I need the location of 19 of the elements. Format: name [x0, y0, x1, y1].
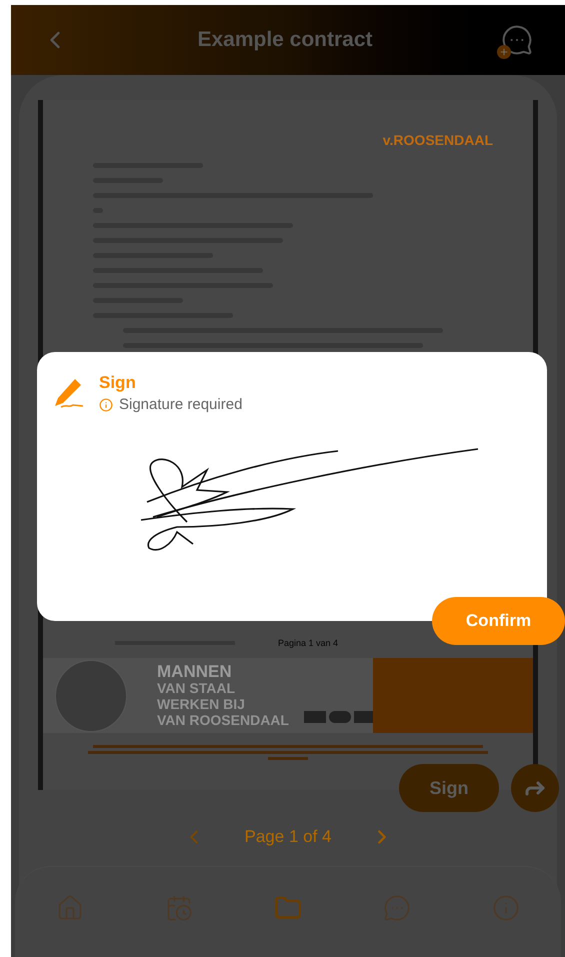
confirm-button[interactable]: Confirm [432, 597, 565, 645]
page-footer-text: Pagina 1 van 4 [278, 636, 338, 650]
sign-button[interactable]: Sign [399, 764, 499, 812]
info-icon[interactable] [492, 894, 520, 922]
banner-text: MANNEN [157, 664, 233, 680]
company-logo: v.ROOSENDAAL [382, 131, 493, 150]
plus-badge-icon [496, 45, 511, 59]
dialog-title: Sign [99, 372, 137, 394]
banner-text: WERKEN BIJ [157, 696, 246, 712]
signature-hint: Signature required [119, 395, 242, 415]
share-button[interactable] [511, 764, 559, 812]
chat-icon[interactable] [383, 894, 412, 922]
info-icon [99, 398, 113, 412]
calendar-clock-icon[interactable] [164, 894, 193, 922]
banner-text: VAN ROOSENDAAL [157, 712, 289, 728]
page-indicator: Page 1 of 4 [244, 826, 332, 848]
home-icon[interactable] [56, 894, 84, 922]
banner-text: VAN STAAL [157, 680, 236, 696]
page-title: Example contract [197, 27, 373, 54]
